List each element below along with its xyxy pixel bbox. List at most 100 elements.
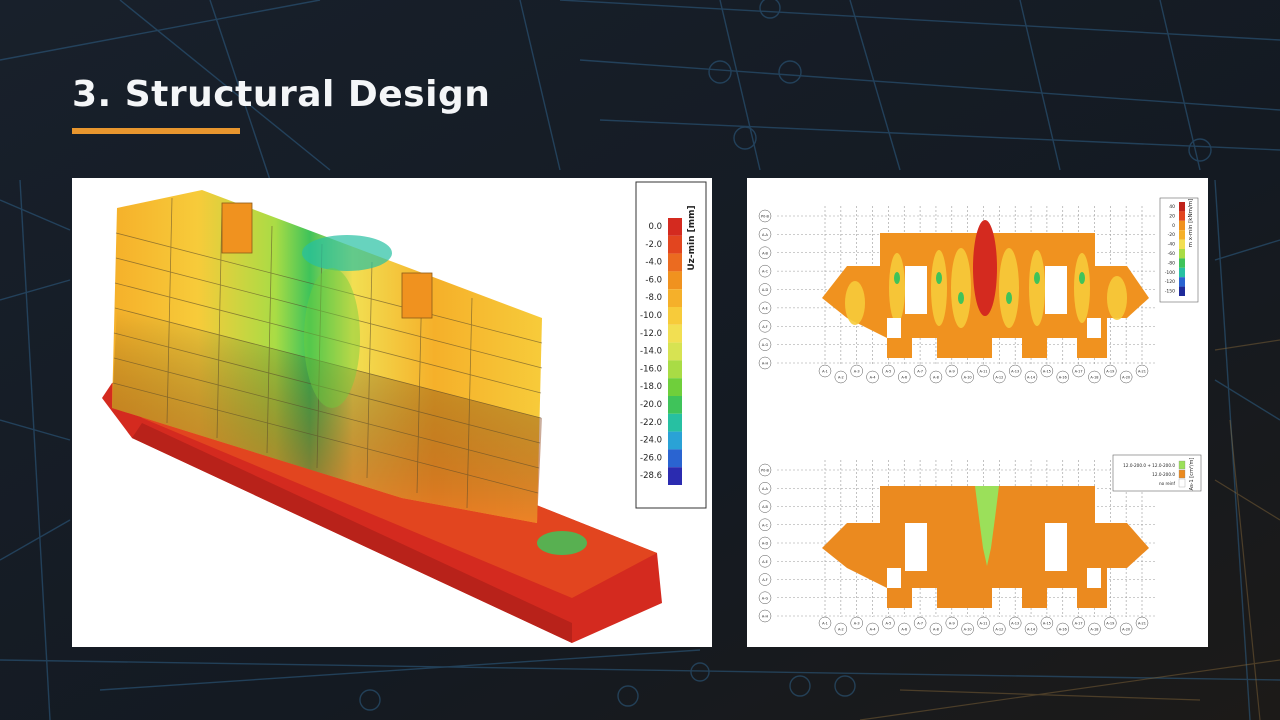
legend-swatch <box>1178 460 1186 470</box>
grid-row-label: A-B <box>762 251 768 255</box>
legend-swatch <box>668 360 682 379</box>
grid-col-label: A-21 <box>1138 622 1146 626</box>
slab-plans: P0-B A-A A-B A-C A-D A-E A-F A-G A-H A-1 A-2 A-3 A-4… <box>758 197 1202 636</box>
grid-col-label: A-4 <box>870 628 877 632</box>
grid-col-label: A-10 <box>964 628 972 632</box>
legend-value: 0.0 <box>648 222 662 232</box>
legend-value: -12.0 <box>640 329 662 339</box>
legend-swatch <box>1179 249 1185 259</box>
legend-value: -26.0 <box>640 453 662 463</box>
legend-swatch <box>1178 469 1186 479</box>
plan-top-moments: P0-B A-A A-B A-C A-D A-E A-F A-G A-H A-1 A-2 A-3 A-4… <box>758 197 1199 384</box>
legend-value: -60 <box>1168 251 1175 257</box>
grid-row-label: A-G <box>762 596 769 600</box>
model-legend-title: Uz-min [mm] <box>687 205 697 270</box>
grid-col-label: A-14 <box>1027 376 1036 380</box>
grid-row-label: A-G <box>762 343 769 347</box>
legend-value: 12.0-200.0 <box>1152 472 1175 477</box>
grid-col-label: A-4 <box>870 376 877 380</box>
grid-col-label: A-19 <box>1106 370 1114 374</box>
legend-swatch <box>1179 286 1185 296</box>
legend-value: -2.0 <box>645 240 662 250</box>
grid-row-label: P0-B <box>761 469 769 473</box>
grid-col-label: A-3 <box>854 370 860 374</box>
title-underline <box>72 128 240 134</box>
legend-swatch <box>668 431 682 450</box>
legend-value: 12.0-200.0 + 12.0-200.0 <box>1123 463 1175 468</box>
legend-swatch <box>668 253 682 272</box>
grid-col-label: A-15 <box>1043 622 1051 626</box>
deformation-3d-model: Uz-min [mm] 0.0 -2.0 -4.0 -6.0 -8.0 -10.0 -12.… <box>102 181 707 643</box>
legend-value: -150 <box>1165 289 1175 295</box>
grid-row-label: A-E <box>762 306 768 310</box>
legend-value: -16.0 <box>640 364 662 374</box>
grid-col-label: A-9 <box>949 370 955 374</box>
legend-value: -100 <box>1165 270 1175 276</box>
legend-swatch <box>668 218 682 236</box>
grid-row-label: A-C <box>762 270 769 274</box>
legend-swatch <box>668 307 682 325</box>
legend-value: -8.0 <box>645 293 662 303</box>
slide-title: 3. Structural Design <box>72 74 491 115</box>
grid-col-label: A-19 <box>1106 622 1114 626</box>
legend-swatch <box>1179 220 1185 231</box>
legend-swatch <box>1179 211 1185 221</box>
grid-row-label: A-A <box>762 233 769 237</box>
legend-value: -18.0 <box>640 382 662 392</box>
grid-col-label: A-18 <box>1090 376 1098 380</box>
grid-col-label: A-17 <box>1075 622 1083 626</box>
grid-col-label: A-12 <box>995 628 1003 632</box>
legend-value: 20 <box>1169 213 1175 219</box>
grid-col-label: A-14 <box>1027 628 1036 632</box>
deformation-3d-figure: Uz-min [mm] 0.0 -2.0 -4.0 -6.0 -8.0 -10.0 -12.… <box>72 178 712 647</box>
grid-row-label: A-H <box>762 362 769 366</box>
grid-col-label: A-13 <box>1011 370 1019 374</box>
grid-row-label: A-C <box>762 523 769 527</box>
grid-col-label: A-17 <box>1075 370 1083 374</box>
legend-value: -20 <box>1168 232 1175 238</box>
grid-col-label: A-21 <box>1138 370 1146 374</box>
legend-value: -10.0 <box>640 311 662 321</box>
grid-row-label: A-D <box>762 542 769 546</box>
grid-row-label: A-H <box>762 615 769 619</box>
legend-swatch <box>1179 277 1185 287</box>
legend-value: -120 <box>1165 279 1175 285</box>
grid-col-label: A-6 <box>901 376 907 380</box>
grid-col-label: A-1 <box>822 622 828 626</box>
legend-value: 0 <box>1172 223 1175 229</box>
legend-swatch <box>668 467 682 485</box>
grid-col-label: A-11 <box>979 622 987 626</box>
grid-col-label: A-16 <box>1059 376 1067 380</box>
grid-col-label: A-15 <box>1043 370 1051 374</box>
legend-swatch <box>1179 202 1185 212</box>
legend-swatch <box>1179 258 1185 268</box>
grid-col-label: A-3 <box>854 622 860 626</box>
legend-swatch <box>668 449 682 468</box>
legend-swatch <box>668 396 682 414</box>
grid-row-label: A-E <box>762 560 768 564</box>
legend-swatch <box>668 271 682 290</box>
plan-bottom-reinforcement: P0-B A-A A-B A-C A-D A-E A-F A-G A-H A-1 A-2 A-3 A-4… <box>758 454 1202 636</box>
grid-col-label: A-8 <box>933 376 939 380</box>
legend-value: -40 <box>1168 242 1175 248</box>
grid-row-label: A-B <box>762 505 768 509</box>
grid-col-label: A-1 <box>822 370 828 374</box>
grid-col-label: A-11 <box>979 370 987 374</box>
grid-col-label: A-9 <box>949 622 955 626</box>
grid-col-label: A-16 <box>1059 628 1067 632</box>
grid-col-label: A-5 <box>885 622 891 626</box>
grid-col-label: A-12 <box>995 376 1003 380</box>
grid-row-label: A-A <box>762 487 769 491</box>
legend-swatch <box>668 378 682 396</box>
legend-swatch <box>1179 239 1185 249</box>
legend-swatch <box>668 413 682 432</box>
grid-row-label: A-F <box>762 578 768 582</box>
legend-swatch <box>1179 267 1185 278</box>
grid-col-label: A-2 <box>838 628 844 632</box>
grid-col-label: A-7 <box>917 622 923 626</box>
grid-col-label: A-13 <box>1011 622 1019 626</box>
legend-swatch <box>1179 230 1185 240</box>
grid-col-label: A-2 <box>838 376 844 380</box>
grid-col-label: A-18 <box>1090 628 1098 632</box>
grid-row-label: P0-B <box>761 215 769 219</box>
